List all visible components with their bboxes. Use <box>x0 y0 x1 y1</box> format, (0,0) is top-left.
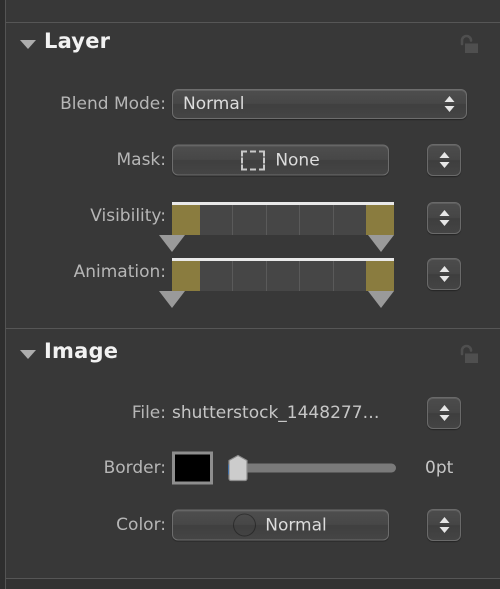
file-stepper[interactable] <box>427 397 461 429</box>
blend-mode-value: Normal <box>183 94 245 114</box>
row-animation: Animation: <box>6 252 500 308</box>
timeline-handle-start[interactable] <box>159 291 185 308</box>
divider-sections <box>6 328 500 329</box>
dashed-square-icon <box>241 150 266 170</box>
chevron-updown-icon <box>438 403 451 423</box>
timeline-handle-start[interactable] <box>159 235 185 252</box>
timeline-body <box>172 205 394 235</box>
timeline-cell <box>200 205 234 235</box>
chevron-updown-icon <box>443 94 456 114</box>
file-value: shutterstock_1448277… <box>172 403 380 423</box>
color-value: Normal <box>265 515 327 535</box>
timeline-handle-end[interactable] <box>368 235 394 252</box>
panel-top-strip <box>6 0 500 22</box>
color-wheel-icon <box>234 515 255 536</box>
visibility-range-timeline[interactable] <box>159 202 394 252</box>
timeline-cell <box>300 261 334 291</box>
timeline-cell <box>267 261 301 291</box>
border-color-swatch[interactable] <box>172 451 213 485</box>
timeline-cell <box>267 205 301 235</box>
section-header-image[interactable]: Image <box>6 336 500 376</box>
visibility-stepper[interactable] <box>427 202 461 234</box>
timeline-start-fill <box>172 205 200 235</box>
unlocked-padlock-icon[interactable] <box>455 32 481 58</box>
color-stepper[interactable] <box>427 509 461 541</box>
triangle-down-icon[interactable] <box>20 350 36 359</box>
timeline-cells <box>200 205 366 235</box>
label-file: File: <box>131 403 166 423</box>
chevron-updown-icon <box>438 264 451 284</box>
label-color: Color: <box>116 515 166 535</box>
row-file: File: shutterstock_1448277… <box>6 395 500 431</box>
timeline-cell <box>334 261 366 291</box>
mask-popup-button[interactable]: None <box>172 144 389 176</box>
label-border: Border: <box>103 458 166 478</box>
timeline-end-fill <box>366 205 394 235</box>
timeline-cell <box>200 261 234 291</box>
animation-range-timeline[interactable] <box>159 258 394 308</box>
border-width-slider-track[interactable] <box>232 463 396 473</box>
unlocked-padlock-icon[interactable] <box>455 342 481 368</box>
chevron-updown-icon <box>438 208 451 228</box>
border-width-value: 0pt <box>425 458 454 478</box>
animation-stepper[interactable] <box>427 258 461 290</box>
divider-top <box>6 22 500 23</box>
row-color: Color: Normal <box>6 507 500 543</box>
timeline-cell <box>334 205 366 235</box>
label-mask: Mask: <box>116 150 166 170</box>
timeline-body <box>172 261 394 291</box>
label-visibility: Visibility: <box>90 206 166 226</box>
label-animation: Animation: <box>73 262 166 282</box>
mask-stepper[interactable] <box>427 144 461 176</box>
timeline-cell <box>300 205 334 235</box>
chevron-updown-icon <box>438 515 451 535</box>
section-title-image: Image <box>44 339 119 363</box>
timeline-start-fill <box>172 261 200 291</box>
row-border: Border: 0pt <box>6 450 500 486</box>
triangle-down-icon[interactable] <box>20 40 36 49</box>
timeline-end-fill <box>366 261 394 291</box>
row-blend-mode: Blend Mode: Normal <box>6 86 500 122</box>
mask-value: None <box>275 150 320 170</box>
color-popup-button[interactable]: Normal <box>172 509 389 541</box>
timeline-cells <box>200 261 366 291</box>
inspector-panel: Layer Blend Mode: Normal Mask: None Visi… <box>0 0 500 589</box>
blend-mode-popup-button[interactable]: Normal <box>172 89 467 119</box>
row-mask: Mask: None <box>6 142 500 178</box>
timeline-handle-end[interactable] <box>368 291 394 308</box>
timeline-cell <box>233 205 267 235</box>
border-width-slider-thumb[interactable] <box>228 454 248 482</box>
section-title-layer: Layer <box>44 29 111 53</box>
section-header-layer[interactable]: Layer <box>6 26 500 66</box>
panel-bottom-strip <box>6 579 500 589</box>
chevron-updown-icon <box>438 150 451 170</box>
timeline-cell <box>233 261 267 291</box>
row-visibility: Visibility: <box>6 196 500 252</box>
label-blend-mode: Blend Mode: <box>60 94 166 114</box>
